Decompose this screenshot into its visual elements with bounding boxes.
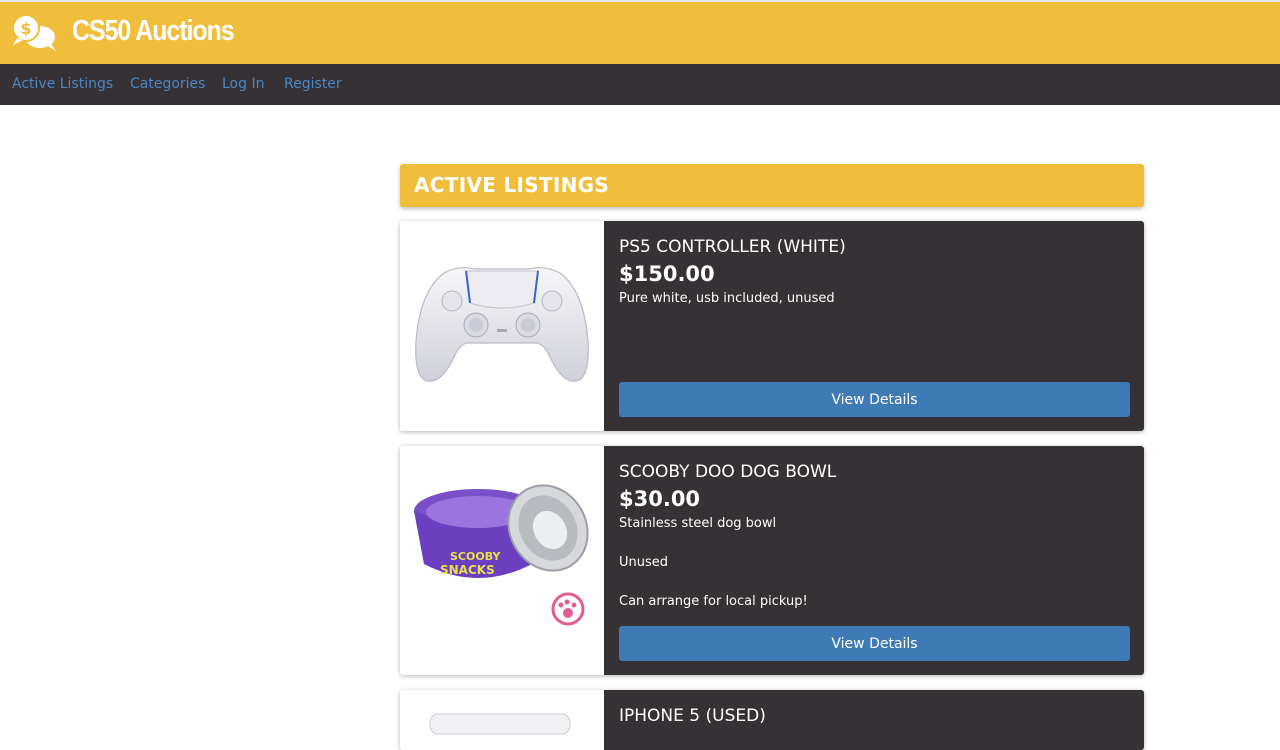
listing-image[interactable] <box>400 690 604 750</box>
description-line: Can arrange for local pickup! <box>619 594 808 609</box>
view-details-button[interactable]: View Details <box>619 382 1130 417</box>
description-line: Pure white, usb included, unused <box>619 291 835 306</box>
description-line: Unused <box>619 555 669 570</box>
listing-details: IPHONE 5 (USED) <box>604 690 1144 750</box>
nav-register[interactable]: Register <box>284 75 342 93</box>
listing-description: Stainless steel dog bowl Unused Can arra… <box>619 515 1119 632</box>
nav-bar: Active Listings Categories Log In Regist… <box>0 64 1280 105</box>
speech-bubbles-dollar-icon[interactable]: $ <box>10 12 60 52</box>
listing-price: $30.00 <box>619 487 701 511</box>
page-title: ACTIVE LISTINGS <box>414 173 610 197</box>
listing-image[interactable]: SNACKS SCOOBY <box>400 446 604 675</box>
svg-text:SNACKS: SNACKS <box>440 563 495 577</box>
phone-icon <box>429 713 571 735</box>
listing-description: Pure white, usb included, unused <box>619 290 1119 329</box>
nav-log-in[interactable]: Log In <box>222 75 264 93</box>
nav-active-listings[interactable]: Active Listings <box>12 75 113 93</box>
game-controller-icon <box>415 267 589 382</box>
listing-price: $150.00 <box>619 262 715 286</box>
svg-text:SCOOBY: SCOOBY <box>450 550 501 563</box>
svg-text:$: $ <box>20 19 31 38</box>
dog-bowl-icon: SNACKS SCOOBY <box>414 484 589 626</box>
listing-card: PS5 CONTROLLER (WHITE) $150.00 Pure whit… <box>400 221 1144 431</box>
listing-title[interactable]: IPHONE 5 (USED) <box>619 705 766 727</box>
listing-details: SCOOBY DOO DOG BOWL $30.00 Stainless ste… <box>604 446 1144 675</box>
nav-categories[interactable]: Categories <box>130 75 205 93</box>
view-details-button[interactable]: View Details <box>619 626 1130 661</box>
listing-title[interactable]: PS5 CONTROLLER (WHITE) <box>619 236 846 258</box>
listing-image[interactable] <box>400 221 604 431</box>
listing-card: SNACKS SCOOBY SCOOBY DOO DOG BOWL $30.00… <box>400 446 1144 675</box>
listing-details: PS5 CONTROLLER (WHITE) $150.00 Pure whit… <box>604 221 1144 431</box>
listing-card: IPHONE 5 (USED) <box>400 690 1144 750</box>
active-listings-heading: ACTIVE LISTINGS <box>400 164 1144 207</box>
description-line: Stainless steel dog bowl <box>619 516 777 531</box>
brand-title[interactable]: CS50 Auctions <box>72 14 235 48</box>
listing-title[interactable]: SCOOBY DOO DOG BOWL <box>619 461 836 483</box>
site-header: $ CS50 Auctions <box>0 0 1280 64</box>
